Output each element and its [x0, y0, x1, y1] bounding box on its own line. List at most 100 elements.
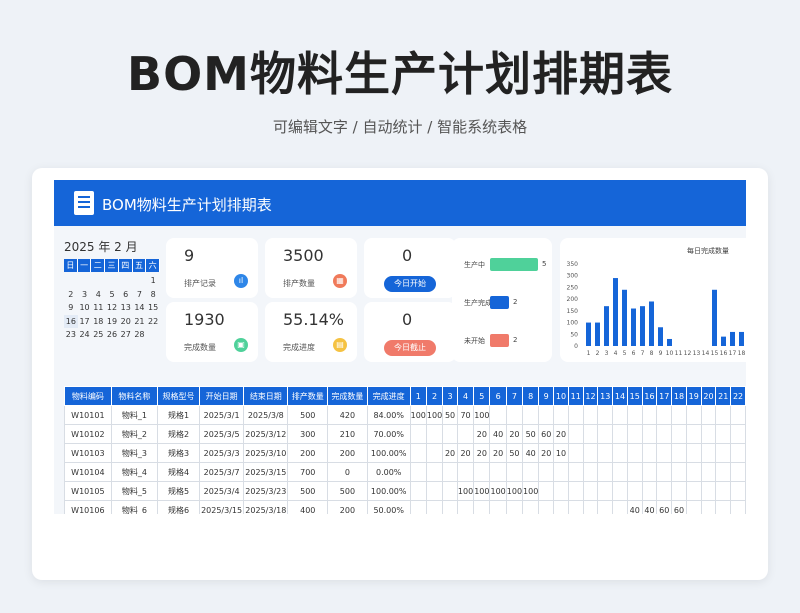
day-cell[interactable]	[715, 500, 732, 514]
calendar-day[interactable]: 28	[133, 328, 147, 342]
table-cell[interactable]: 规格3	[157, 443, 200, 463]
table-cell[interactable]: 2025/3/15	[243, 462, 289, 482]
day-cell[interactable]	[685, 481, 702, 501]
table-cell[interactable]: 420	[327, 405, 368, 425]
day-cell[interactable]	[473, 462, 491, 482]
day-cell[interactable]	[656, 481, 673, 501]
day-cell[interactable]	[567, 405, 584, 425]
day-cell[interactable]: 60	[538, 424, 555, 444]
table-cell[interactable]: 2025/3/15	[198, 500, 245, 514]
table-cell[interactable]: 2025/3/4	[198, 481, 245, 501]
day-cell[interactable]	[656, 443, 673, 463]
calendar-day[interactable]: 14	[133, 301, 147, 315]
calendar-day[interactable]: 16	[64, 314, 78, 328]
calendar-day[interactable]: 4	[91, 288, 105, 302]
day-cell[interactable]	[522, 500, 540, 514]
table-cell[interactable]: 2025/3/23	[243, 481, 289, 501]
table-cell[interactable]: 物料_6	[110, 500, 159, 514]
calendar-day[interactable]: 26	[105, 328, 119, 342]
day-cell[interactable]	[597, 481, 614, 501]
day-cell[interactable]	[626, 462, 643, 482]
table-cell[interactable]: 400	[287, 500, 329, 514]
table-row[interactable]: W10103 物料_3 规格3 2025/3/3 2025/3/10 200 200 100.…	[64, 443, 746, 463]
table-row[interactable]: W10106 物料_6 规格6 2025/3/15 2025/3/18 400 200 50.…	[64, 500, 746, 514]
day-cell[interactable]: 20	[505, 424, 524, 444]
day-cell[interactable]	[442, 462, 458, 482]
table-cell[interactable]: W10105	[64, 481, 112, 501]
day-cell[interactable]	[671, 443, 687, 463]
day-cell[interactable]	[612, 500, 628, 514]
column-header[interactable]: 排产数量	[287, 386, 329, 406]
day-cell[interactable]	[597, 405, 614, 425]
calendar-day[interactable]: 18	[91, 315, 105, 329]
table-cell[interactable]: 2025/3/7	[198, 462, 245, 482]
table-cell[interactable]: 70.00%	[366, 424, 411, 444]
day-cell[interactable]	[425, 462, 444, 482]
calendar-day[interactable]: 22	[146, 315, 160, 329]
table-cell[interactable]: 200	[287, 443, 329, 463]
day-cell[interactable]: 10	[553, 443, 569, 463]
table-cell[interactable]: 2025/3/1	[198, 405, 245, 425]
day-cell[interactable]	[409, 500, 427, 514]
table-cell[interactable]: 规格1	[157, 405, 200, 425]
day-cell[interactable]: 40	[626, 500, 643, 514]
day-cell[interactable]	[538, 481, 555, 501]
day-cell[interactable]	[582, 424, 599, 444]
table-cell[interactable]: W10103	[64, 443, 112, 463]
day-cell[interactable]	[656, 462, 673, 482]
day-column-header[interactable]: 17	[656, 386, 673, 406]
day-cell[interactable]	[456, 424, 475, 444]
day-cell[interactable]	[626, 481, 643, 501]
today-due-button[interactable]: 今日截止	[384, 340, 436, 356]
table-cell[interactable]: 200	[327, 443, 368, 463]
column-header[interactable]: 开始日期	[198, 386, 245, 406]
table-cell[interactable]: W10101	[64, 405, 112, 425]
table-cell[interactable]: 700	[287, 462, 329, 482]
calendar-day[interactable]: 10	[78, 301, 92, 315]
day-column-header[interactable]: 18	[671, 386, 687, 406]
day-cell[interactable]	[582, 481, 599, 501]
day-cell[interactable]	[456, 500, 475, 514]
calendar-day[interactable]: 27	[119, 328, 133, 342]
day-column-header[interactable]: 13	[597, 386, 614, 406]
day-cell[interactable]	[425, 443, 444, 463]
day-cell[interactable]	[582, 405, 599, 425]
calendar-day[interactable]: 1	[146, 274, 160, 288]
column-header[interactable]: 规格型号	[157, 386, 200, 406]
day-column-header[interactable]: 10	[553, 386, 569, 406]
table-row[interactable]: W10105 物料_5 规格5 2025/3/4 2025/3/23 500 500 100.…	[64, 481, 746, 501]
day-cell[interactable]: 100	[409, 405, 427, 425]
day-cell[interactable]	[409, 443, 427, 463]
day-cell[interactable]	[612, 424, 628, 444]
day-cell[interactable]: 60	[656, 500, 673, 514]
table-cell[interactable]: 0	[327, 462, 368, 482]
column-header[interactable]: 物料名称	[110, 386, 159, 406]
table-cell[interactable]: 300	[287, 424, 329, 444]
table-cell[interactable]: 规格6	[157, 500, 200, 514]
day-cell[interactable]	[700, 424, 717, 444]
table-cell[interactable]: 物料_1	[110, 405, 159, 425]
day-cell[interactable]	[685, 462, 702, 482]
day-cell[interactable]	[489, 500, 507, 514]
day-cell[interactable]: 20	[553, 424, 569, 444]
day-cell[interactable]: 60	[671, 500, 687, 514]
day-column-header[interactable]: 15	[626, 386, 643, 406]
table-cell[interactable]: 0.00%	[366, 462, 411, 482]
day-cell[interactable]	[715, 405, 732, 425]
day-cell[interactable]	[685, 500, 702, 514]
day-cell[interactable]	[685, 405, 702, 425]
table-cell[interactable]: 100.00%	[366, 443, 411, 463]
day-cell[interactable]: 100	[522, 481, 540, 501]
day-cell[interactable]	[597, 462, 614, 482]
day-cell[interactable]	[641, 481, 658, 501]
calendar-day[interactable]: 11	[91, 301, 105, 315]
table-cell[interactable]: 物料_2	[110, 424, 159, 444]
table-cell[interactable]: 84.00%	[366, 405, 411, 425]
table-cell[interactable]: 物料_3	[110, 443, 159, 463]
table-cell[interactable]: 50.00%	[366, 500, 411, 514]
table-cell[interactable]: 2025/3/12	[243, 424, 289, 444]
table-cell[interactable]: 规格2	[157, 424, 200, 444]
day-column-header[interactable]: 1	[409, 386, 427, 406]
day-cell[interactable]	[553, 500, 569, 514]
day-cell[interactable]	[522, 405, 540, 425]
